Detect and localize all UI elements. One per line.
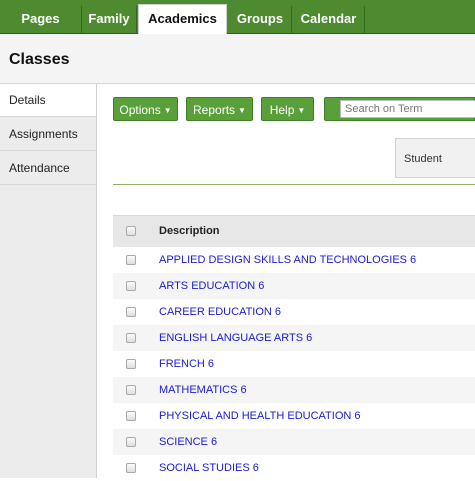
tab-calendar[interactable]: Calendar <box>293 6 365 33</box>
row-checkbox[interactable] <box>126 411 136 421</box>
class-link[interactable]: ARTS EDUCATION 6 <box>159 280 264 292</box>
help-button-label: Help <box>269 103 295 117</box>
reports-button-label: Reports <box>193 103 236 117</box>
reports-button[interactable]: Reports ▼ <box>186 97 253 121</box>
tab-academics[interactable]: Academics <box>138 4 227 34</box>
column-header-description[interactable]: Description <box>159 225 220 237</box>
side-nav-attendance[interactable]: Attendance <box>0 152 96 185</box>
class-link[interactable]: MATHEMATICS 6 <box>159 384 247 396</box>
class-link[interactable]: SCIENCE 6 <box>159 436 217 448</box>
tab-family[interactable]: Family <box>82 6 137 33</box>
side-nav-details[interactable]: Details <box>0 84 96 117</box>
search-input[interactable] <box>340 100 475 118</box>
options-button[interactable]: Options ▼ <box>113 97 178 121</box>
student-filter[interactable]: Student <box>395 138 475 178</box>
table-header: Description <box>113 215 475 248</box>
table-row: FRENCH 6 <box>113 351 475 377</box>
caret-down-icon: ▼ <box>297 106 306 115</box>
class-link[interactable]: CAREER EDUCATION 6 <box>159 306 281 318</box>
page-title: Classes <box>9 51 70 68</box>
select-all-checkbox[interactable] <box>126 226 136 236</box>
student-filter-label: Student <box>404 153 442 165</box>
class-link[interactable]: FRENCH 6 <box>159 358 214 370</box>
class-link[interactable]: SOCIAL STUDIES 6 <box>159 462 259 474</box>
top-nav-bar: Pages Family Academics Groups Calendar <box>0 0 475 34</box>
side-nav: Details Assignments Attendance <box>0 84 97 478</box>
page-header: Classes <box>0 34 475 84</box>
table-row: ENGLISH LANGUAGE ARTS 6 <box>113 325 475 351</box>
options-button-label: Options <box>119 103 161 117</box>
table-row: SOCIAL STUDIES 6 <box>113 455 475 481</box>
table-row: MATHEMATICS 6 <box>113 377 475 403</box>
class-link[interactable]: APPLIED DESIGN SKILLS AND TECHNOLOGIES 6 <box>159 254 416 266</box>
tab-pages[interactable]: Pages <box>0 6 82 33</box>
table-row: CAREER EDUCATION 6 <box>113 299 475 325</box>
caret-down-icon: ▼ <box>238 106 246 115</box>
row-checkbox[interactable] <box>126 307 136 317</box>
divider <box>113 184 475 185</box>
table-row: APPLIED DESIGN SKILLS AND TECHNOLOGIES 6 <box>113 247 475 273</box>
row-checkbox[interactable] <box>126 437 136 447</box>
row-checkbox[interactable] <box>126 359 136 369</box>
table-row: PHYSICAL AND HEALTH EDUCATION 6 <box>113 403 475 429</box>
search-box <box>324 97 475 121</box>
side-nav-assignments[interactable]: Assignments <box>0 118 96 151</box>
table-row: ARTS EDUCATION 6 <box>113 273 475 299</box>
row-checkbox[interactable] <box>126 385 136 395</box>
row-checkbox[interactable] <box>126 281 136 291</box>
tab-groups[interactable]: Groups <box>229 6 292 33</box>
row-checkbox[interactable] <box>126 255 136 265</box>
help-button[interactable]: Help ▼ <box>261 97 314 121</box>
row-checkbox[interactable] <box>126 333 136 343</box>
class-link[interactable]: ENGLISH LANGUAGE ARTS 6 <box>159 332 312 344</box>
row-checkbox[interactable] <box>126 463 136 473</box>
caret-down-icon: ▼ <box>163 106 172 115</box>
table-row: SCIENCE 6 <box>113 429 475 455</box>
class-link[interactable]: PHYSICAL AND HEALTH EDUCATION 6 <box>159 410 361 422</box>
